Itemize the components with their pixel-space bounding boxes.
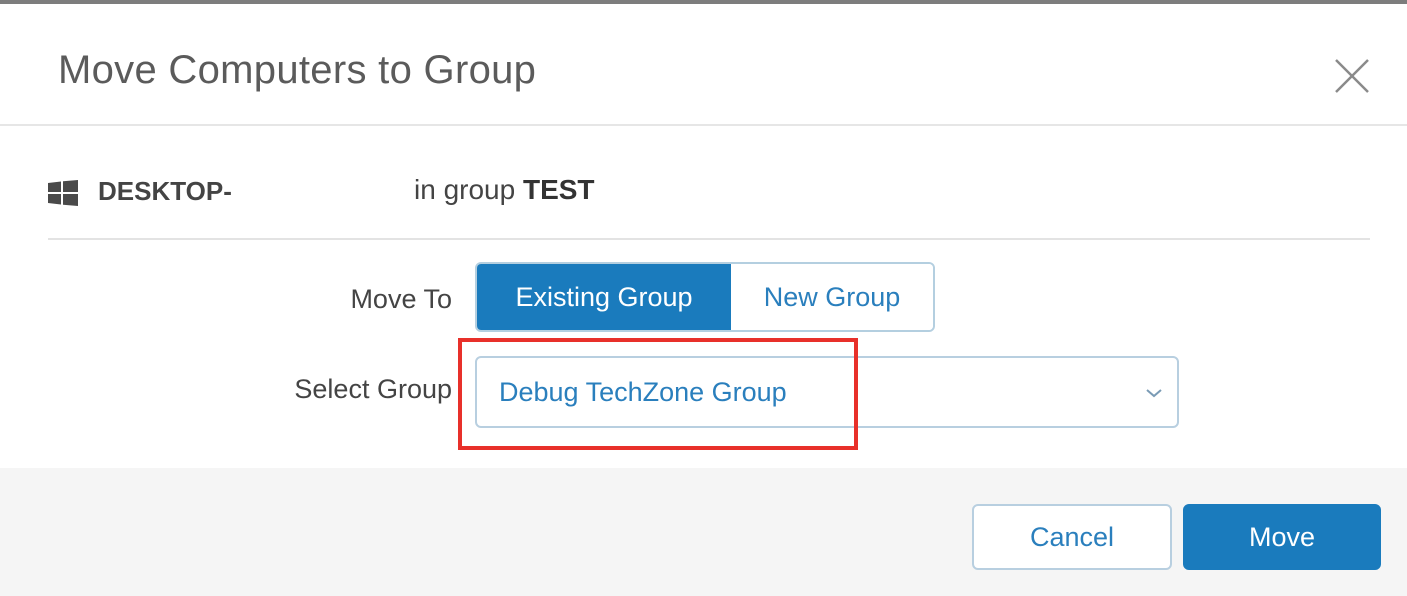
move-button[interactable]: Move xyxy=(1183,504,1381,570)
in-group-prefix: in group xyxy=(414,174,516,205)
group-select[interactable]: Debug TechZone Group xyxy=(475,356,1179,428)
selected-group-value: Debug TechZone Group xyxy=(499,377,787,407)
move-computers-dialog: Move Computers to Group DESKTOP- in grou… xyxy=(0,0,1407,596)
current-group-name: TEST xyxy=(522,174,595,205)
computer-row: DESKTOP- in group TEST xyxy=(48,156,1370,240)
cancel-button[interactable]: Cancel xyxy=(972,504,1172,570)
dialog-header: Move Computers to Group xyxy=(0,4,1407,126)
move-to-label: Move To xyxy=(350,284,452,314)
move-to-segmented-control: Existing Group New Group xyxy=(475,262,935,332)
chevron-down-icon xyxy=(1145,386,1163,400)
select-group-label: Select Group xyxy=(294,374,452,404)
dialog-footer: Cancel Move xyxy=(0,468,1407,596)
close-icon[interactable] xyxy=(1332,56,1372,96)
existing-group-option[interactable]: Existing Group xyxy=(477,264,731,330)
current-group-text: in group TEST xyxy=(414,174,595,206)
computer-name: DESKTOP- xyxy=(98,176,232,206)
dialog-title: Move Computers to Group xyxy=(58,48,537,92)
new-group-option[interactable]: New Group xyxy=(731,264,933,330)
windows-icon xyxy=(48,180,78,206)
